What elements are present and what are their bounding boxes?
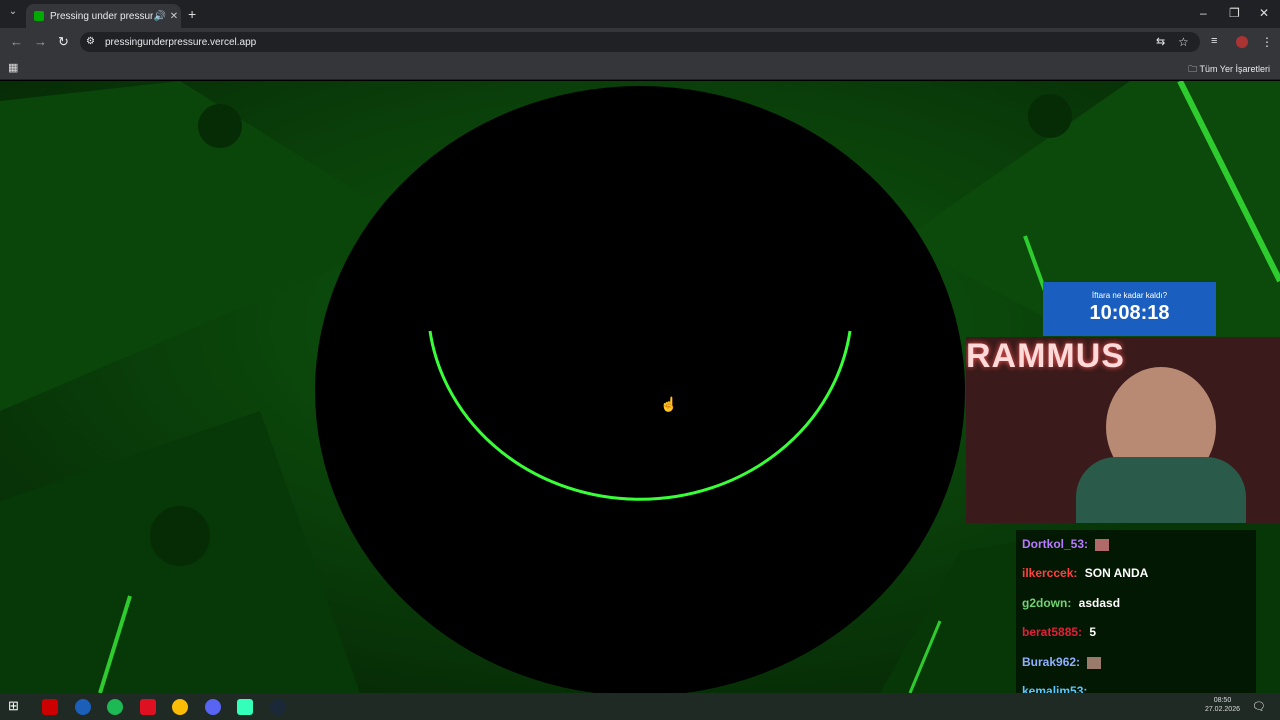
translate-icon[interactable]: ⇆: [1156, 35, 1165, 48]
menu-icon[interactable]: ⋮: [1261, 35, 1273, 49]
cam-neon-sign: RAMMUS: [966, 337, 1125, 375]
chat-text: asdasd: [1078, 596, 1121, 610]
new-tab-button[interactable]: +: [188, 6, 196, 22]
emote-icon: [1095, 538, 1110, 551]
chat-username: g2down:: [1022, 596, 1072, 610]
chat-username: ilkerccek:: [1022, 566, 1078, 580]
chrome-icon[interactable]: [172, 699, 188, 715]
iftar-label: İftara ne kadar kaldı?: [1091, 291, 1168, 300]
iftar-countdown-widget: İftara ne kadar kaldı? 10:08:18: [1043, 282, 1216, 336]
all-bookmarks-button[interactable]: 🗀 Tüm Yer İşaretleri: [1188, 62, 1270, 78]
url-text[interactable]: pressingunderpressure.vercel.app: [105, 37, 256, 48]
streamer-shirt: [1076, 457, 1246, 523]
spotify-icon[interactable]: [107, 699, 123, 715]
reload-button[interactable]: ↻: [58, 34, 69, 50]
minimize-button[interactable]: –: [1200, 6, 1207, 20]
apps-grid-icon[interactable]: ▦: [8, 61, 18, 74]
browser-tab[interactable]: Pressing under pressure 🔊 ✕: [26, 4, 181, 28]
bolt: [1028, 94, 1072, 138]
hand-cursor-icon: ☝: [660, 396, 678, 412]
chat-message: Burak962:: [1022, 655, 1102, 669]
chat-text: 5: [1089, 625, 1097, 639]
app-icon[interactable]: [237, 699, 253, 715]
bolt: [198, 104, 242, 148]
steam-icon[interactable]: [270, 699, 286, 715]
chat-message: Dortkol_53:: [1022, 537, 1110, 551]
wordpad-icon[interactable]: [75, 699, 91, 715]
chat-message: g2down: asdasd: [1022, 596, 1120, 610]
folder-icon: 🗀: [1188, 64, 1198, 74]
voicemeeter-icon[interactable]: [42, 699, 58, 715]
bookmark-star-icon[interactable]: ☆: [1178, 35, 1189, 49]
bookmarks-bar: [0, 56, 1280, 80]
taskbar: [0, 693, 1280, 720]
discord-icon[interactable]: [205, 699, 221, 715]
notification-icon[interactable]: 🗨: [1252, 700, 1268, 716]
all-bookmarks-label: Tüm Yer İşaretleri: [1199, 64, 1270, 74]
chat-message: ilkerccek: SON ANDA: [1022, 566, 1148, 580]
webcam-feed: RAMMUS: [966, 337, 1280, 523]
close-tab-icon[interactable]: ✕: [167, 11, 181, 22]
media-control-icon[interactable]: ≡: [1211, 35, 1217, 47]
clock-date: 27.02.2026: [1204, 706, 1240, 713]
start-windows-icon[interactable]: ⊞: [8, 698, 24, 714]
tab-title: Pressing under pressure: [50, 10, 153, 22]
clock-time: 08:50: [1213, 697, 1232, 704]
restore-button[interactable]: ❐: [1229, 6, 1240, 20]
system-clock[interactable]: 08:50 27.02.2026: [1205, 696, 1240, 714]
tab-search-icon[interactable]: ⌄: [6, 6, 20, 20]
emote-icon: [1087, 656, 1102, 669]
back-button[interactable]: ←: [10, 34, 23, 49]
iftar-countdown: 10:08:18: [1089, 302, 1170, 324]
forward-button[interactable]: →: [34, 34, 47, 49]
chat-username: Burak962:: [1022, 655, 1081, 669]
chat-text: SON ANDA: [1084, 566, 1149, 580]
app-icon[interactable]: [140, 699, 156, 715]
chat-username: berat5885:: [1022, 625, 1083, 639]
chat-username: Dortkol_53:: [1022, 537, 1089, 551]
favicon-icon: [34, 11, 44, 21]
speaker-icon[interactable]: 🔊: [153, 11, 167, 22]
profile-avatar[interactable]: [1236, 36, 1248, 48]
bolt: [150, 506, 210, 566]
chat-message: berat5885: 5: [1022, 625, 1096, 639]
black-pit: [315, 86, 965, 693]
close-window-button[interactable]: ✕: [1259, 6, 1269, 20]
site-info-icon[interactable]: ⚙: [86, 36, 95, 47]
